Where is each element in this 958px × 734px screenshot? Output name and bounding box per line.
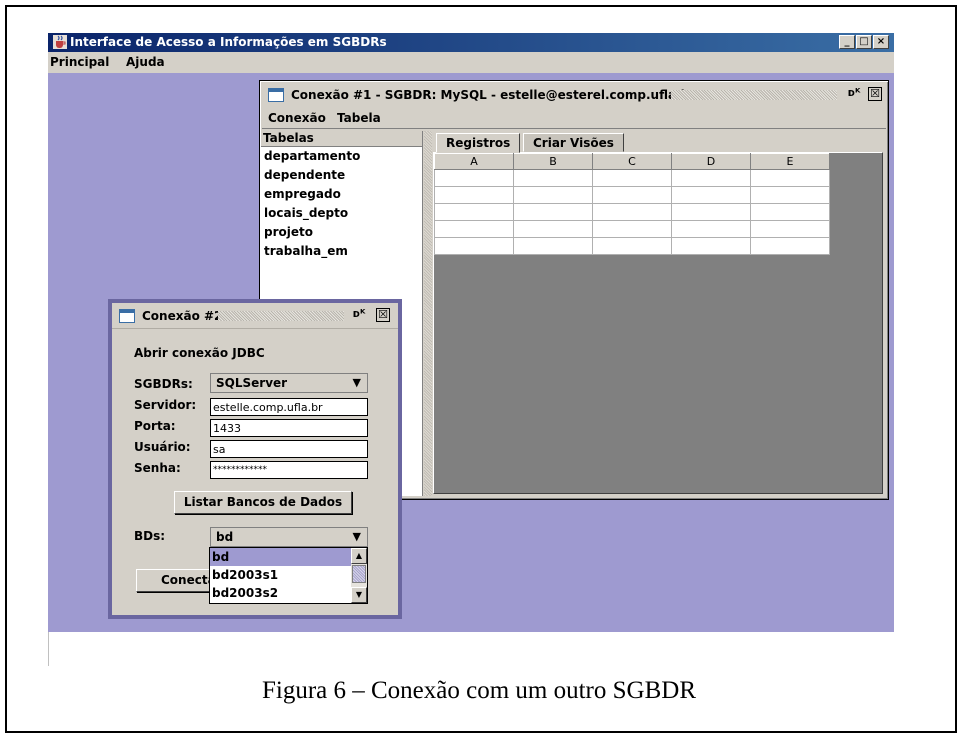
separator-line bbox=[48, 632, 49, 666]
frame1-title: Conexão #1 - SGBDR: MySQL - estelle@este… bbox=[291, 88, 696, 102]
frame1-menu-bar: Conexão Tabela bbox=[262, 108, 886, 129]
servidor-input[interactable]: estelle.comp.ufla.br bbox=[210, 398, 368, 416]
tab-registros[interactable]: Registros bbox=[436, 133, 521, 153]
senha-label: Senha: bbox=[134, 461, 181, 475]
chevron-down-icon: ▼ bbox=[352, 376, 361, 389]
list-item[interactable]: bd bbox=[210, 548, 351, 566]
column-header[interactable]: E bbox=[750, 153, 830, 170]
column-header[interactable]: C bbox=[592, 153, 672, 170]
app-title: Interface de Acesso a Informações em SGB… bbox=[70, 35, 387, 49]
porta-label: Porta: bbox=[134, 419, 176, 433]
split-pane-divider[interactable] bbox=[424, 131, 432, 496]
jdbc-heading: Abrir conexão JDBC bbox=[134, 346, 265, 360]
records-grid[interactable]: A B C D E bbox=[434, 153, 830, 255]
sgbdrs-label: SGBDRs: bbox=[134, 377, 193, 391]
menu-tabela[interactable]: Tabela bbox=[337, 111, 381, 125]
list-item[interactable]: locais_depto bbox=[261, 204, 422, 223]
column-header[interactable]: A bbox=[434, 153, 514, 170]
table-row[interactable] bbox=[434, 169, 830, 187]
restore-icon[interactable]: ᴅᴷ bbox=[352, 308, 366, 322]
bds-dropdown-list[interactable]: bd bd2003s1 bd2003s2 ▲ ▼ bbox=[209, 547, 368, 604]
frame1-title-bar[interactable]: Conexão #1 - SGBDR: MySQL - estelle@este… bbox=[262, 83, 886, 107]
list-item[interactable]: dependente bbox=[261, 166, 422, 185]
menu-conexao[interactable]: Conexão bbox=[268, 111, 326, 125]
close-icon[interactable]: ☒ bbox=[868, 87, 882, 101]
usuario-label: Usuário: bbox=[134, 440, 191, 454]
frame2-title-bar[interactable]: Conexão #2 ᴅᴷ ☒ bbox=[112, 303, 398, 329]
java-cup-icon bbox=[53, 35, 67, 49]
menu-principal[interactable]: Principal bbox=[50, 55, 109, 69]
sgbdrs-value: SQLServer bbox=[216, 376, 288, 390]
list-item[interactable]: bd2003s2 bbox=[210, 584, 351, 602]
scroll-thumb[interactable] bbox=[352, 565, 366, 583]
tables-header: Tabelas bbox=[261, 131, 422, 147]
bds-label: BDs: bbox=[134, 529, 166, 543]
list-item[interactable]: trabalha_em bbox=[261, 242, 422, 261]
registros-panel: A B C D E bbox=[433, 152, 883, 494]
tab-criar-visoes[interactable]: Criar Visões bbox=[523, 133, 624, 152]
list-item[interactable]: departamento bbox=[261, 147, 422, 166]
bds-select[interactable]: bd ▼ bbox=[210, 527, 368, 547]
servidor-label: Servidor: bbox=[134, 398, 197, 412]
title-grip bbox=[671, 90, 837, 100]
column-header[interactable]: B bbox=[513, 153, 593, 170]
usuario-input[interactable]: sa bbox=[210, 440, 368, 458]
restore-icon[interactable]: ᴅᴷ bbox=[847, 87, 861, 101]
senha-input[interactable]: ************ bbox=[210, 461, 368, 479]
table-row[interactable] bbox=[434, 186, 830, 204]
close-icon[interactable]: ☒ bbox=[376, 308, 390, 322]
main-app-window: Interface de Acesso a Informações em SGB… bbox=[48, 33, 894, 632]
list-item[interactable]: bd2003s1 bbox=[210, 566, 351, 584]
table-row[interactable] bbox=[434, 203, 830, 221]
frame-window-icon bbox=[119, 309, 135, 323]
porta-input[interactable]: 1433 bbox=[210, 419, 368, 437]
figure-caption: Figura 6 – Conexão com um outro SGBDR bbox=[261, 677, 696, 704]
scroll-down-icon[interactable]: ▼ bbox=[351, 587, 367, 603]
close-button[interactable]: × bbox=[873, 35, 889, 49]
minimize-button[interactable]: _ bbox=[839, 35, 855, 49]
connection-2-frame: Conexão #2 ᴅᴷ ☒ Abrir conexão JDBC SGBDR… bbox=[108, 299, 402, 619]
bds-value: bd bbox=[216, 530, 234, 544]
frame2-title: Conexão #2 bbox=[142, 309, 223, 323]
chevron-down-icon: ▼ bbox=[352, 530, 361, 543]
title-grip bbox=[218, 311, 344, 321]
list-item[interactable]: projeto bbox=[261, 223, 422, 242]
app-title-bar[interactable]: Interface de Acesso a Informações em SGB… bbox=[48, 33, 894, 52]
scroll-up-icon[interactable]: ▲ bbox=[351, 548, 367, 564]
list-item[interactable]: empregado bbox=[261, 185, 422, 204]
app-menu-bar: Principal Ajuda bbox=[48, 52, 894, 73]
menu-ajuda[interactable]: Ajuda bbox=[126, 55, 165, 69]
table-row[interactable] bbox=[434, 220, 830, 238]
column-header[interactable]: D bbox=[671, 153, 751, 170]
vertical-scrollbar[interactable]: ▲ ▼ bbox=[351, 548, 367, 603]
table-row[interactable] bbox=[434, 237, 830, 255]
listar-bancos-button[interactable]: Listar Bancos de Dados bbox=[174, 491, 352, 514]
frame-window-icon bbox=[268, 88, 284, 102]
sgbdrs-select[interactable]: SQLServer ▼ bbox=[210, 373, 368, 393]
maximize-button[interactable]: □ bbox=[856, 35, 872, 49]
